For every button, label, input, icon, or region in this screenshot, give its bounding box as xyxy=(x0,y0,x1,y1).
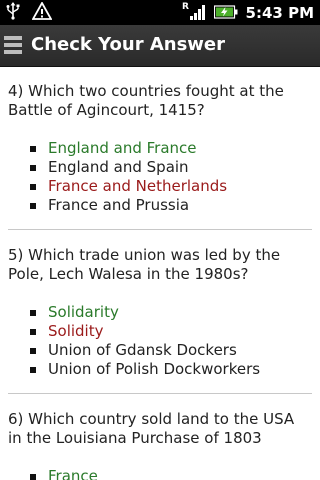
answer-option: Solidarity xyxy=(28,303,312,322)
bullet-icon xyxy=(30,367,36,373)
answer-label: France and Prussia xyxy=(48,196,190,214)
signal-icon: R xyxy=(182,1,208,25)
bullet-icon xyxy=(30,146,36,152)
bullet-icon xyxy=(30,329,36,335)
status-bar: R 5:43 PM xyxy=(0,0,320,25)
bullet-icon xyxy=(30,474,36,480)
answer-list: Solidarity Solidity Union of Gdansk Dock… xyxy=(8,303,312,379)
menu-icon[interactable] xyxy=(4,34,22,56)
bullet-icon xyxy=(30,203,36,209)
roaming-icon: R xyxy=(182,2,189,12)
answer-option: France and Prussia xyxy=(28,196,312,215)
question-block: 6) Which country sold land to the USA in… xyxy=(0,394,320,480)
question-text: 4) Which two countries fought at the Bat… xyxy=(8,82,284,119)
answers-scroll-view[interactable]: 4) Which two countries fought at the Bat… xyxy=(0,67,320,480)
answer-label: England and Spain xyxy=(48,158,189,176)
answer-option: Union of Polish Dockworkers xyxy=(28,360,312,379)
bullet-icon xyxy=(30,165,36,171)
question-block: 4) Which two countries fought at the Bat… xyxy=(0,67,320,215)
bullet-icon xyxy=(30,348,36,354)
battery-charging-icon xyxy=(213,4,238,23)
answer-option: England and Spain xyxy=(28,158,312,177)
question-block: 5) Which trade union was led by the Pole… xyxy=(0,230,320,379)
answer-label: France xyxy=(48,467,98,480)
usb-icon xyxy=(6,2,20,24)
question-text: 5) Which trade union was led by the Pole… xyxy=(8,246,281,283)
answer-option: England and France xyxy=(28,139,312,158)
answer-label: Solidity xyxy=(48,322,104,340)
answer-label: France and Netherlands xyxy=(48,177,228,195)
answer-option: Union of Gdansk Dockers xyxy=(28,341,312,360)
answer-label: Union of Gdansk Dockers xyxy=(48,341,237,359)
question-text: 6) Which country sold land to the USA in… xyxy=(8,410,295,447)
page-title: Check Your Answer xyxy=(31,34,226,55)
answer-option: Solidity xyxy=(28,322,312,341)
answer-list: France xyxy=(8,467,312,480)
clock: 5:43 PM xyxy=(245,4,314,22)
bullet-icon xyxy=(30,310,36,316)
title-bar: Check Your Answer xyxy=(0,25,320,67)
bullet-icon xyxy=(30,184,36,190)
warning-icon xyxy=(31,1,53,24)
answer-label: Solidarity xyxy=(48,303,119,321)
answer-list: England and France England and Spain Fra… xyxy=(8,139,312,215)
answer-option: France and Netherlands xyxy=(28,177,312,196)
answer-option: France xyxy=(28,467,312,480)
answer-label: England and France xyxy=(48,139,197,157)
answer-label: Union of Polish Dockworkers xyxy=(48,360,261,378)
